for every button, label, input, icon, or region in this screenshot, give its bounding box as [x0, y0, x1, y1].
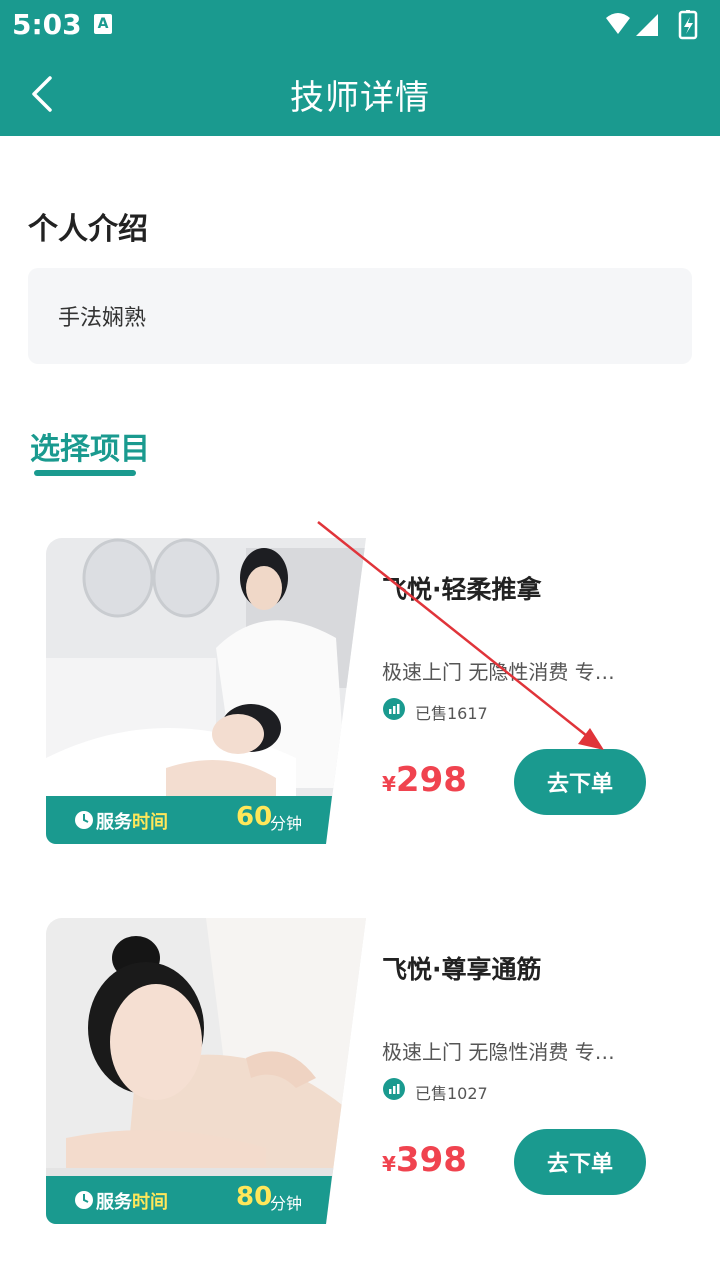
notification-icon: A	[94, 14, 112, 34]
wifi-icon	[606, 13, 630, 34]
band-label: 服务	[96, 812, 132, 833]
price-value: 398	[395, 1140, 467, 1180]
service-desc: 极速上门 无隐性消费 专业技师	[382, 660, 634, 684]
minutes-unit: 分钟	[270, 1194, 303, 1213]
tab-underline	[34, 470, 136, 476]
service-price: ¥398	[382, 1140, 467, 1180]
clock-icon	[75, 811, 93, 829]
service-time-band: 服务时间 80 分钟	[46, 1176, 366, 1224]
service-photo: 服务时间 80 分钟	[46, 918, 366, 1224]
service-card[interactable]: 服务时间 80 分钟 飞悦·尊享通筋 极速上门 无隐性消费 专业技师 已售102…	[46, 918, 696, 1224]
price-currency: ¥	[382, 1152, 396, 1176]
status-time: 5:03	[12, 8, 82, 41]
tab-select-service[interactable]: 选择项目	[30, 424, 150, 468]
page-title: 技师详情	[290, 78, 430, 118]
minutes-unit: 分钟	[270, 814, 303, 833]
sold-count: 已售1027	[415, 1084, 488, 1103]
intro-heading: 个人介绍	[28, 212, 148, 247]
sales-chart-icon	[383, 698, 405, 720]
service-name: 飞悦·轻柔推拿	[382, 575, 542, 604]
intro-box: 手法娴熟	[28, 268, 692, 364]
service-price: ¥298	[382, 760, 467, 800]
price-currency: ¥	[382, 772, 396, 796]
order-button[interactable]: 去下单	[514, 749, 646, 815]
app-bar: 技师详情	[0, 50, 720, 136]
sold-count: 已售1617	[415, 704, 488, 723]
service-name: 飞悦·尊享通筋	[382, 955, 542, 984]
status-bar: 5:03 A	[0, 0, 720, 50]
band-label-highlight: 时间	[132, 812, 168, 833]
intro-text: 手法娴熟	[58, 306, 147, 331]
service-card[interactable]: 服务时间 60 分钟 飞悦·轻柔推拿 极速上门 无隐性消费 专业技师 已售161…	[46, 538, 696, 844]
sales-chart-icon	[383, 1078, 405, 1100]
service-time-band: 服务时间 60 分钟	[46, 796, 366, 844]
price-value: 298	[395, 760, 467, 800]
service-photo: 服务时间 60 分钟	[46, 538, 366, 844]
service-desc: 极速上门 无隐性消费 专业技师	[382, 1040, 634, 1064]
service-minutes: 60	[236, 802, 273, 832]
service-minutes: 80	[236, 1182, 273, 1212]
clock-icon	[75, 1191, 93, 1209]
signal-icon	[636, 14, 658, 36]
band-label: 服务	[96, 1192, 132, 1213]
order-button[interactable]: 去下单	[514, 1129, 646, 1195]
band-label-highlight: 时间	[132, 1192, 168, 1213]
system-icons	[606, 10, 698, 40]
